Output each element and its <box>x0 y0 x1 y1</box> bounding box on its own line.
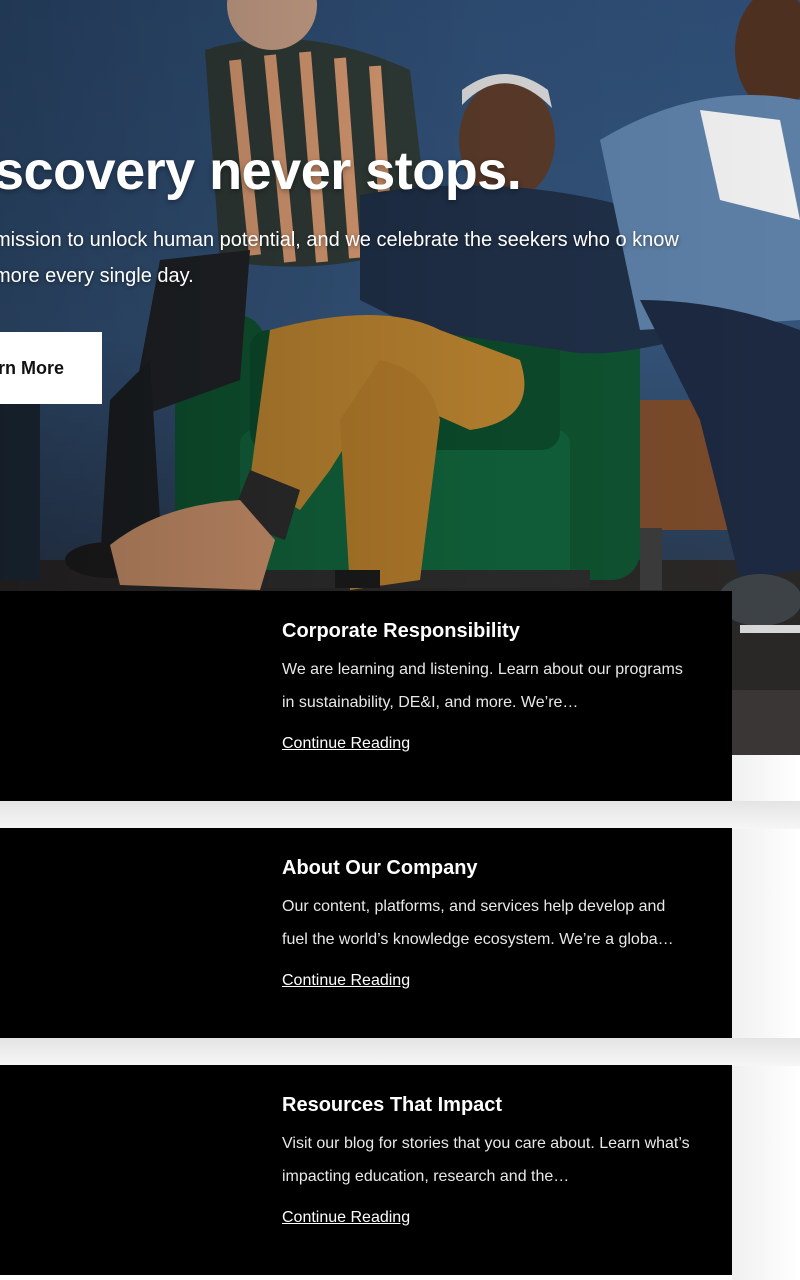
card-description: Visit our blog for stories that you care… <box>282 1135 690 1185</box>
continue-reading-link[interactable]: Continue Reading <box>282 1209 410 1227</box>
card-separator <box>0 801 800 829</box>
continue-reading-link[interactable]: Continue Reading <box>282 972 410 990</box>
card-description: We are learning and listening. Learn abo… <box>282 661 683 711</box>
card-description: Our content, platforms, and services hel… <box>282 898 674 948</box>
card-title: Resources That Impact <box>282 1094 503 1116</box>
hero-description: mission to unlock human potential, and w… <box>0 229 679 287</box>
card-title: Corporate Responsibility <box>282 620 520 642</box>
continue-reading-link[interactable]: Continue Reading <box>282 735 410 753</box>
hero-title: scovery never stops. <box>0 141 522 201</box>
card-title: About Our Company <box>282 857 478 879</box>
learn-more-button[interactable]: rn More <box>0 332 102 404</box>
card-separator <box>0 1038 800 1066</box>
card-edge-shadow <box>732 755 800 1280</box>
